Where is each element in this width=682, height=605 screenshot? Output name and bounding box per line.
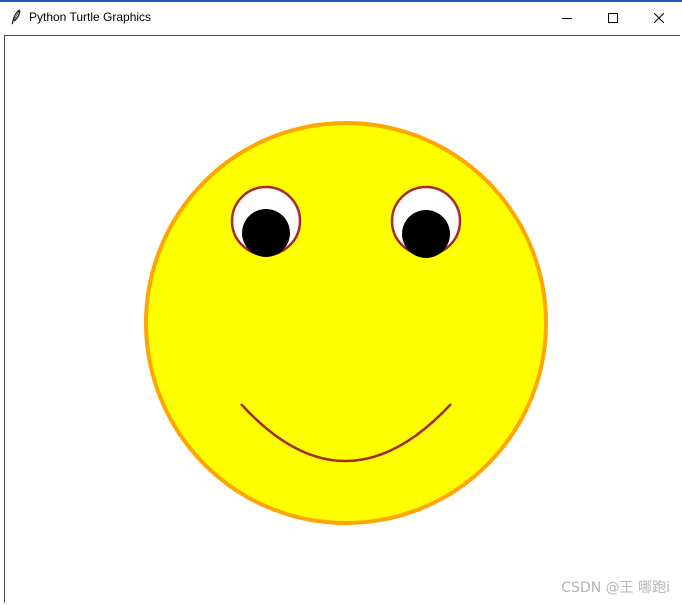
smiley-drawing: [144, 121, 548, 525]
smiley-face: [144, 121, 548, 525]
turtle-window: Python Turtle Graphics CSDN @王 哪跑i: [0, 0, 682, 605]
close-button[interactable]: [636, 2, 682, 32]
close-icon: [653, 8, 665, 27]
turtle-canvas[interactable]: [4, 35, 680, 603]
window-controls: [544, 2, 682, 32]
feather-icon: [9, 9, 23, 25]
minimize-button[interactable]: [544, 2, 590, 32]
right-pupil: [402, 210, 450, 258]
left-pupil: [242, 209, 290, 257]
window-title: Python Turtle Graphics: [29, 10, 152, 24]
minimize-icon: [562, 8, 572, 27]
maximize-icon: [608, 8, 618, 27]
maximize-button[interactable]: [590, 2, 636, 32]
title-bar[interactable]: Python Turtle Graphics: [0, 2, 682, 32]
watermark: CSDN @王 哪跑i: [561, 580, 670, 596]
